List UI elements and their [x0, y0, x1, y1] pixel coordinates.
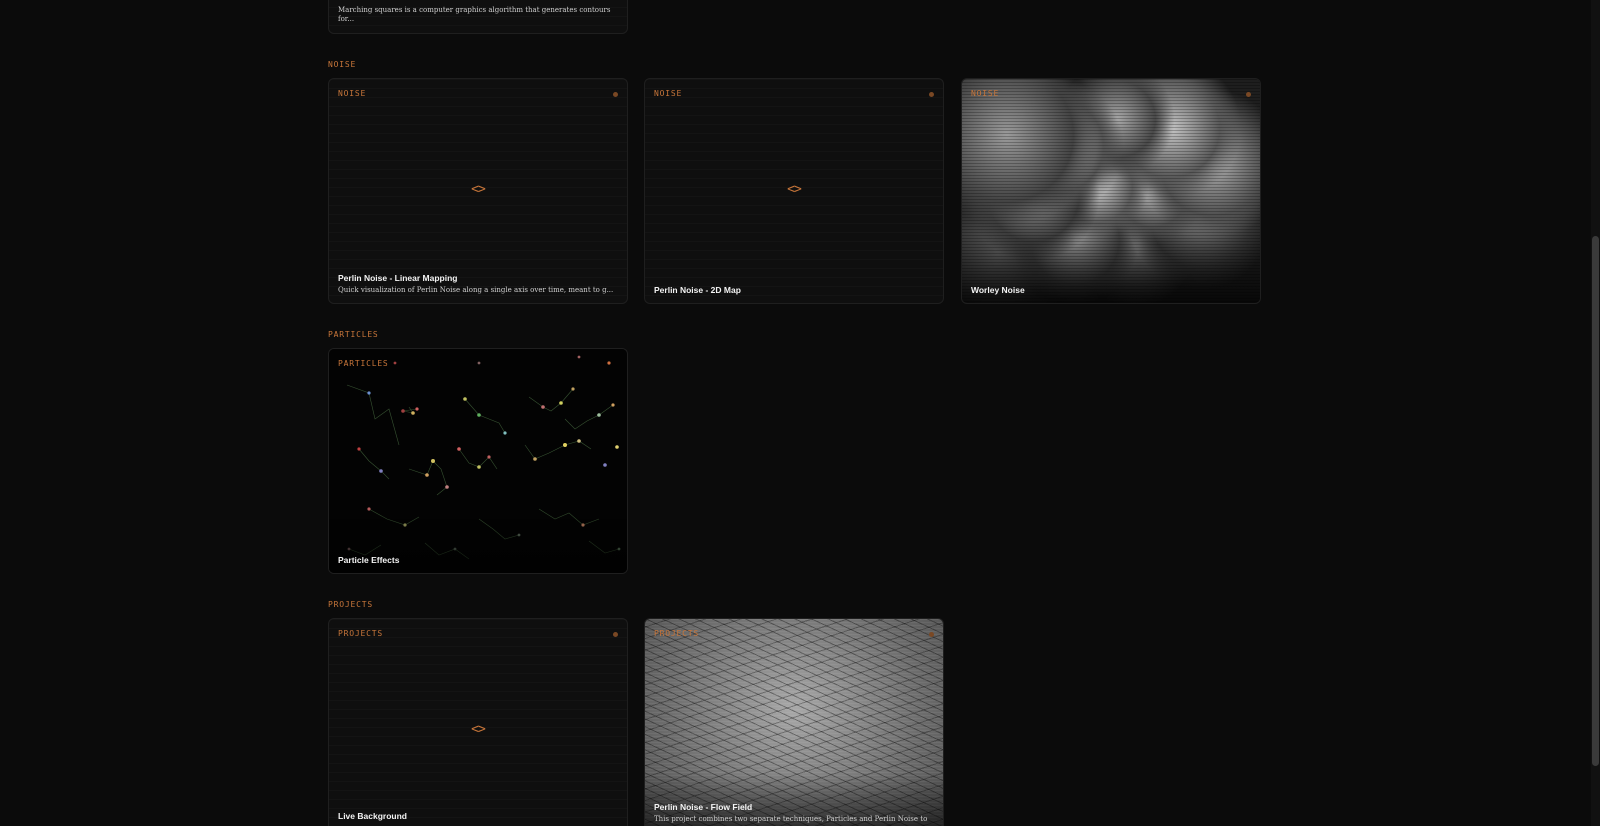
card-title: Perlin Noise - Linear Mapping	[338, 273, 458, 283]
code-icon: <>	[787, 182, 802, 197]
project-card-flow-field[interactable]: PROJECTS Perlin Noise - Flow Field This …	[644, 618, 944, 826]
status-dot	[1246, 92, 1251, 97]
status-dot	[929, 92, 934, 97]
card-tag: PROJECTS	[338, 629, 383, 638]
section-label-projects: PROJECTS	[328, 600, 373, 609]
page-scrollbar[interactable]	[1591, 0, 1600, 826]
project-card-worley[interactable]: NOISE Worley Noise	[961, 78, 1261, 304]
project-card-particles[interactable]: PARTICLES Particle Effects	[328, 348, 628, 574]
scrollbar-thumb[interactable]	[1592, 236, 1599, 766]
card-title: Particle Effects	[338, 555, 400, 565]
code-icon: <>	[471, 182, 486, 197]
section-label-noise: NOISE	[328, 60, 357, 69]
card-tag: PARTICLES	[338, 359, 389, 368]
section-label-particles: PARTICLES	[328, 330, 379, 339]
page: Marching squares is a computer graphics …	[0, 0, 1600, 826]
project-card-live-background[interactable]: PROJECTS <> Live Background	[328, 618, 628, 826]
card-description: Marching squares is a computer graphics …	[338, 6, 611, 23]
card-tag: NOISE	[654, 89, 683, 98]
status-dot	[613, 92, 618, 97]
card-title: Perlin Noise - Flow Field	[654, 802, 753, 812]
project-card-perlin-linear[interactable]: NOISE <> Perlin Noise - Linear Mapping Q…	[328, 78, 628, 304]
project-card-marching-squares[interactable]: Marching squares is a computer graphics …	[328, 0, 628, 34]
card-tag: NOISE	[971, 89, 1000, 98]
card-description: Quick visualization of Perlin Noise alon…	[338, 286, 614, 294]
status-dot	[613, 632, 618, 637]
code-icon: <>	[471, 722, 486, 737]
status-dot	[929, 632, 934, 637]
project-card-perlin-2d[interactable]: NOISE <> Perlin Noise - 2D Map	[644, 78, 944, 304]
card-title: Live Background	[338, 811, 407, 821]
card-title: Perlin Noise - 2D Map	[654, 285, 741, 295]
card-tag: NOISE	[338, 89, 367, 98]
card-description: This project combines two separate techn…	[654, 815, 928, 823]
card-title: Worley Noise	[971, 285, 1025, 295]
card-tag: PROJECTS	[654, 629, 699, 638]
